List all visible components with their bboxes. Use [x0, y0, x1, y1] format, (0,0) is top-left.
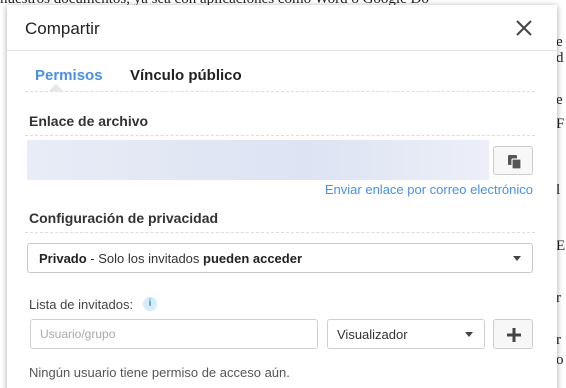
- divider: [25, 135, 535, 136]
- background-side-glyph: F: [556, 116, 565, 132]
- background-side-glyph: o: [556, 352, 564, 368]
- invite-list-label: Lista de invitados:: [29, 297, 134, 312]
- copy-link-button[interactable]: [493, 146, 533, 175]
- info-icon[interactable]: i: [143, 297, 157, 311]
- tab-permisos[interactable]: Permisos: [35, 67, 103, 84]
- background-side-glyph: r: [556, 332, 561, 348]
- send-link-by-email[interactable]: Enviar enlace por correo electrónico: [325, 182, 533, 197]
- user-group-input[interactable]: [30, 319, 318, 349]
- role-select[interactable]: Visualizador: [327, 319, 485, 349]
- chevron-down-icon: [513, 256, 521, 261]
- active-tab-indicator: [49, 84, 63, 91]
- empty-invites-message: Ningún usuario tiene permiso de acceso a…: [29, 365, 290, 380]
- add-invite-button[interactable]: [493, 319, 533, 349]
- file-link-field[interactable]: [27, 140, 489, 180]
- background-side-glyph: E: [556, 238, 566, 254]
- background-side-glyph: l: [556, 182, 561, 198]
- tab-vinculo-publico[interactable]: Vínculo público: [130, 67, 242, 84]
- plus-icon: [507, 328, 521, 342]
- background-side-glyph: r: [556, 290, 561, 306]
- background-side-glyph: e: [556, 34, 563, 50]
- background-side-glyph: e: [556, 92, 563, 108]
- background-side-glyph: d: [556, 50, 564, 66]
- dialog-title: Compartir: [25, 19, 100, 38]
- role-selected-value: Visualizador: [337, 327, 408, 342]
- close-icon: [516, 20, 532, 36]
- divider: [25, 232, 535, 233]
- file-link-label: Enlace de archivo: [29, 113, 149, 129]
- privacy-label: Configuración de privacidad: [29, 210, 219, 226]
- chevron-down-icon: [465, 332, 473, 337]
- close-button[interactable]: [515, 19, 533, 37]
- divider: [25, 91, 535, 92]
- share-dialog: Compartir Permisos Vínculo público Enlac…: [7, 5, 557, 388]
- privacy-select[interactable]: Privado - Solo los invitados pueden acce…: [27, 243, 533, 273]
- dialog-header: Compartir: [7, 5, 557, 51]
- privacy-selected-value: Privado - Solo los invitados pueden acce…: [39, 251, 303, 266]
- copy-icon: [508, 155, 522, 170]
